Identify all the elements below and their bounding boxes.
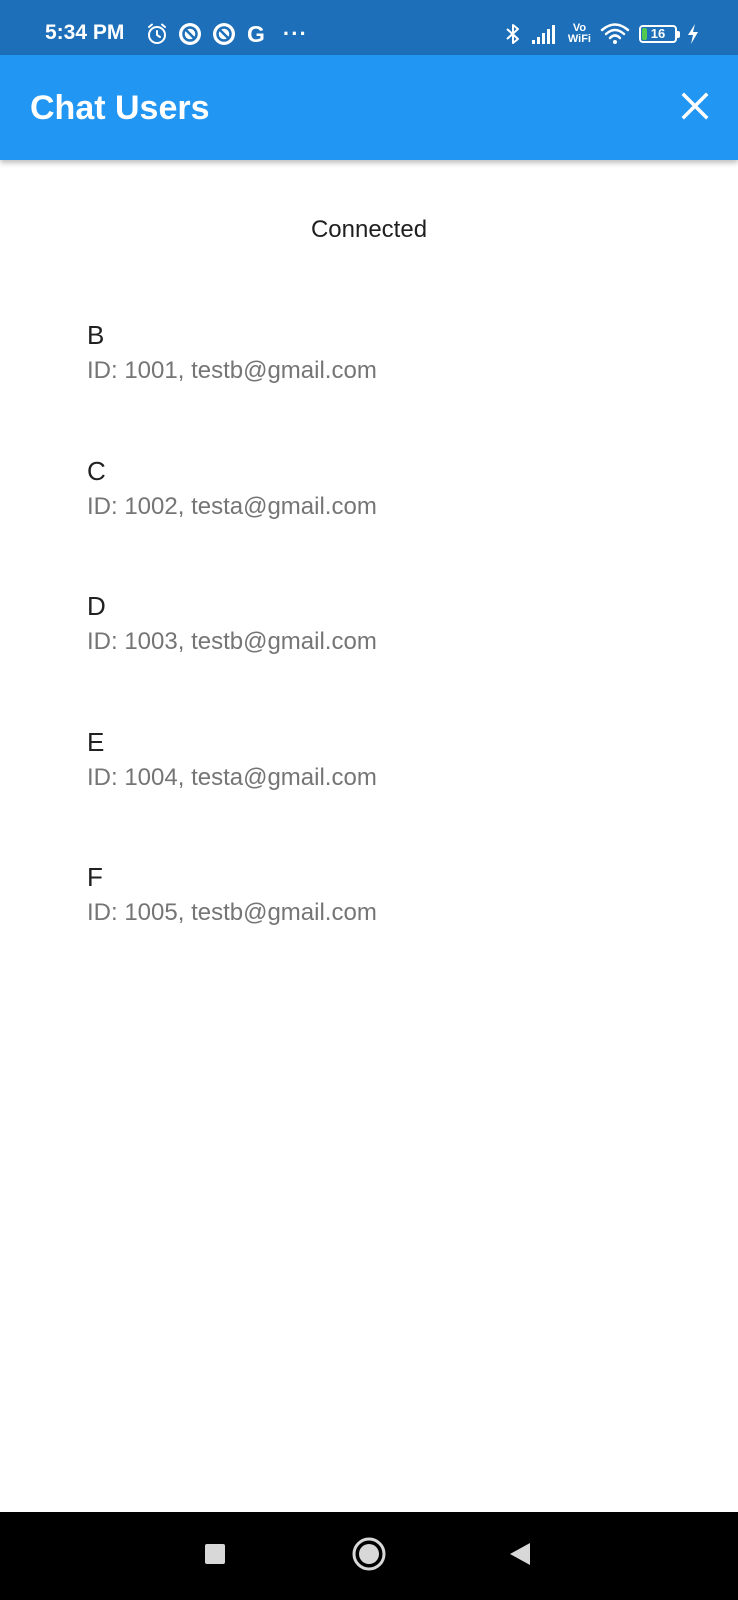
wifi-icon [600,22,630,46]
google-icon: G [247,21,265,47]
close-button[interactable] [674,87,716,129]
charging-icon [686,23,700,45]
close-icon [681,92,709,125]
screen: 5:34 PM G ··· Vo WiFi 16 Chat Users Conn… [0,0,738,1600]
recent-apps-icon [204,1543,226,1570]
app-bar: Chat Users [0,55,738,160]
circle-notification-icon [211,21,237,47]
home-button[interactable] [347,1534,391,1578]
status-left-icons: G ··· [145,20,308,48]
more-dots-icon: ··· [282,21,308,46]
user-detail: ID: 1002, testa@gmail.com [87,492,377,520]
status-time: 5:34 PM [45,21,125,44]
user-list-item[interactable]: C ID: 1002, testa@gmail.com [87,454,707,590]
vowifi-bottom-text: WiFi [567,33,591,45]
navigation-bar [0,1512,738,1600]
back-button[interactable] [498,1534,542,1578]
user-detail: ID: 1005, testb@gmail.com [87,899,377,926]
status-right-icons: Vo WiFi 16 [504,20,700,48]
recent-apps-button[interactable] [193,1534,237,1578]
back-icon [508,1541,532,1572]
battery-fill [642,28,647,40]
user-name: F [87,862,103,892]
user-detail: ID: 1003, testb@gmail.com [87,628,377,655]
alarm-icon [145,22,169,46]
user-name: D [87,591,106,621]
user-name: C [87,455,106,486]
user-list-item[interactable]: B ID: 1001, testb@gmail.com [87,318,707,454]
user-name: B [87,320,105,350]
user-name: E [87,726,105,757]
user-detail: ID: 1004, testa@gmail.com [87,763,377,791]
user-list: B ID: 1001, testb@gmail.com C ID: 1002, … [87,318,707,996]
user-list-item[interactable]: D ID: 1003, testb@gmail.com [87,589,707,725]
page-title: Chat Users [30,89,210,127]
battery-icon: 16 [639,25,680,43]
battery-level: 16 [650,26,666,41]
circle-notification-icon [177,21,203,47]
user-list-item[interactable]: F ID: 1005, testb@gmail.com [87,860,707,996]
connection-status: Connected [310,216,428,243]
bluetooth-icon [504,22,522,46]
home-icon [351,1536,387,1577]
user-list-item[interactable]: E ID: 1004, testa@gmail.com [87,725,707,861]
user-detail: ID: 1001, testb@gmail.com [87,357,377,384]
signal-icon [531,23,559,45]
vowifi-icon: Vo WiFi [568,23,591,45]
status-bar: 5:34 PM G ··· Vo WiFi 16 [0,0,738,55]
